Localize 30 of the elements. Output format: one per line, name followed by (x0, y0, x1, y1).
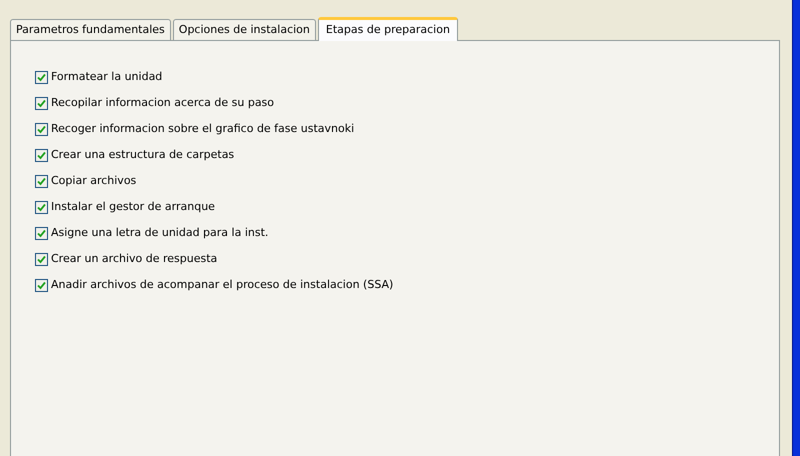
checkbox-label[interactable]: Recopilar informacion acerca de su paso (51, 94, 274, 112)
checkbox[interactable] (35, 226, 48, 240)
checkbox[interactable] (35, 252, 48, 266)
tab[interactable]: Parametros fundamentales (10, 19, 171, 40)
checkbox-label[interactable]: Crear un archivo de respuesta (51, 250, 218, 268)
checkbox-label[interactable]: Copiar archivos (51, 172, 136, 190)
checkbox-label[interactable]: Instalar el gestor de arranque (51, 198, 215, 216)
checkbox-label[interactable]: Recoger informacion sobre el grafico de fase ustavnoki (51, 120, 354, 138)
checkbox[interactable] (35, 200, 48, 214)
checkbox-label[interactable]: Anadir archivos de acompanar el proceso de instalacion (SSA) (51, 276, 394, 294)
checkbox[interactable] (35, 174, 48, 188)
checkmark-icon (37, 150, 46, 160)
checkmark-icon (37, 202, 46, 212)
checkbox[interactable] (35, 278, 48, 292)
checkmark-icon (37, 72, 46, 82)
tab[interactable]: Opciones de instalacion (172, 19, 316, 40)
checkmark-icon (37, 98, 46, 108)
checkbox[interactable] (35, 70, 48, 84)
checkmark-icon (37, 254, 46, 264)
checkbox[interactable] (35, 148, 48, 162)
checkbox-label[interactable]: Formatear la unidad (51, 68, 162, 86)
checkmark-icon (37, 228, 46, 238)
checkmark-icon (37, 176, 46, 186)
checkmark-icon (37, 124, 46, 134)
checkbox-label[interactable]: Crear una estructura de carpetas (51, 146, 234, 164)
checkbox[interactable] (35, 122, 48, 136)
tab[interactable]: Etapas de preparacion (318, 17, 458, 41)
checkbox[interactable] (35, 96, 48, 110)
checkmark-icon (37, 280, 46, 290)
checkbox-label[interactable]: Asigne una letra de unidad para la inst. (51, 224, 268, 242)
